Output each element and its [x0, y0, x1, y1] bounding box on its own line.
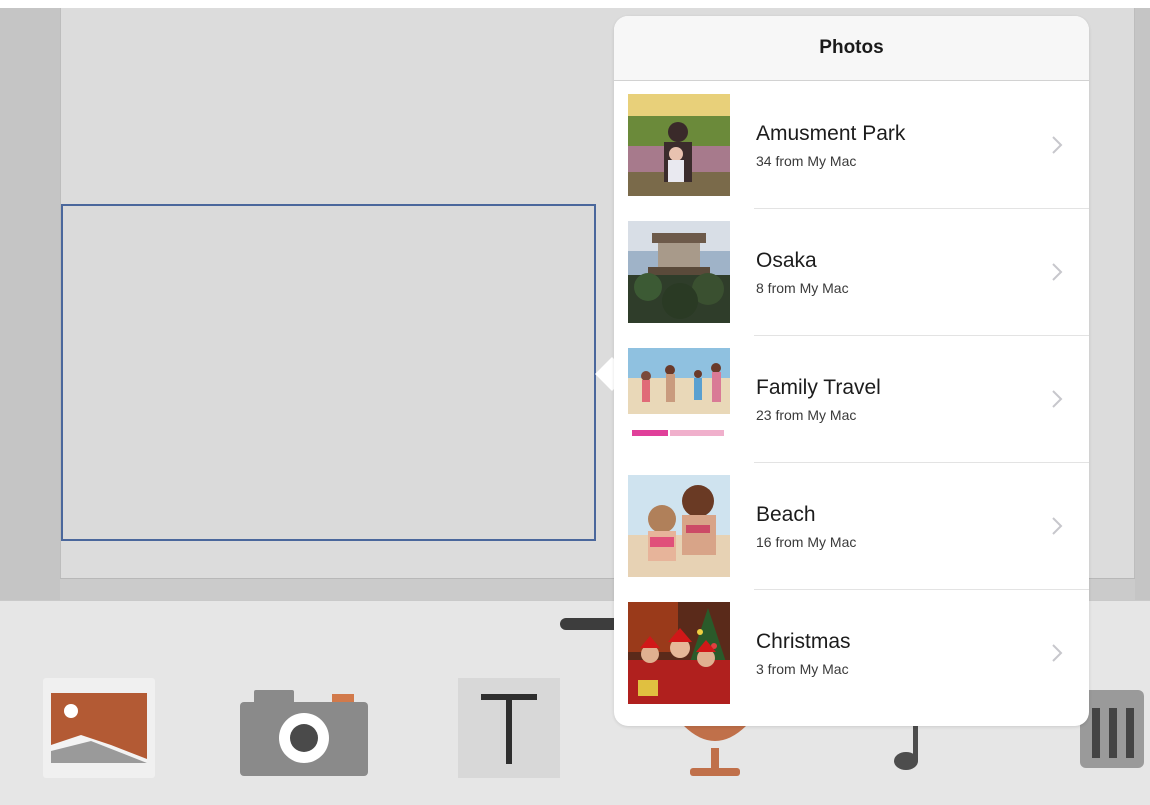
album-count: 16 from My Mac — [756, 533, 857, 550]
album-name: Osaka — [756, 248, 817, 272]
album-name: Christmas — [756, 629, 851, 653]
album-text: Osaka 8 from My Mac — [756, 248, 849, 296]
chevron-right-icon — [1052, 643, 1063, 662]
album-thumbnail — [628, 93, 730, 196]
right-margin — [1135, 8, 1150, 600]
camera-button[interactable] — [240, 678, 368, 778]
album-row-christmas[interactable]: Christmas 3 from My Mac — [614, 589, 1089, 716]
album-thumbnail — [628, 601, 730, 704]
chevron-right-icon — [1052, 389, 1063, 408]
image-icon — [51, 693, 147, 763]
album-thumbnail — [628, 220, 730, 323]
album-count: 23 from My Mac — [756, 406, 857, 423]
album-name: Family Travel — [756, 375, 881, 399]
album-row-beach[interactable]: Beach 16 from My Mac — [614, 462, 1089, 589]
album-count: 8 from My Mac — [756, 279, 849, 296]
album-text: Beach 16 from My Mac — [756, 502, 856, 550]
chevron-right-icon — [1052, 516, 1063, 535]
album-name: Amusment Park — [756, 121, 906, 145]
photos-popover: Photos Amusment Park 34 from My Mac Osak… — [614, 16, 1089, 726]
album-row-osaka[interactable]: Osaka 8 from My Mac — [614, 208, 1089, 335]
album-text: Amusment Park 34 from My Mac — [756, 121, 905, 169]
album-count: 3 from My Mac — [756, 660, 849, 677]
album-row-family-travel[interactable]: Family Travel 23 from My Mac — [614, 335, 1089, 462]
selected-placeholder-frame[interactable] — [61, 204, 596, 541]
album-thumbnail — [628, 347, 730, 450]
add-photo-button[interactable] — [43, 678, 155, 778]
camera-icon — [240, 690, 368, 776]
album-text: Family Travel 23 from My Mac — [756, 375, 881, 423]
add-text-button[interactable] — [458, 678, 560, 778]
popover-title: Photos — [819, 37, 884, 58]
album-row-amusment-park[interactable]: Amusment Park 34 from My Mac — [614, 81, 1089, 208]
text-icon — [481, 694, 537, 764]
top-strip — [0, 0, 1150, 8]
album-count: 34 from My Mac — [756, 152, 857, 169]
popover-header: Photos — [614, 16, 1089, 81]
album-list: Amusment Park 34 from My Mac Osaka 8 fro… — [614, 81, 1089, 716]
chevron-right-icon — [1052, 262, 1063, 281]
chevron-right-icon — [1052, 135, 1063, 154]
album-name: Beach — [756, 502, 816, 526]
album-text: Christmas 3 from My Mac — [756, 629, 851, 677]
left-margin — [0, 8, 60, 600]
album-thumbnail — [628, 474, 730, 577]
